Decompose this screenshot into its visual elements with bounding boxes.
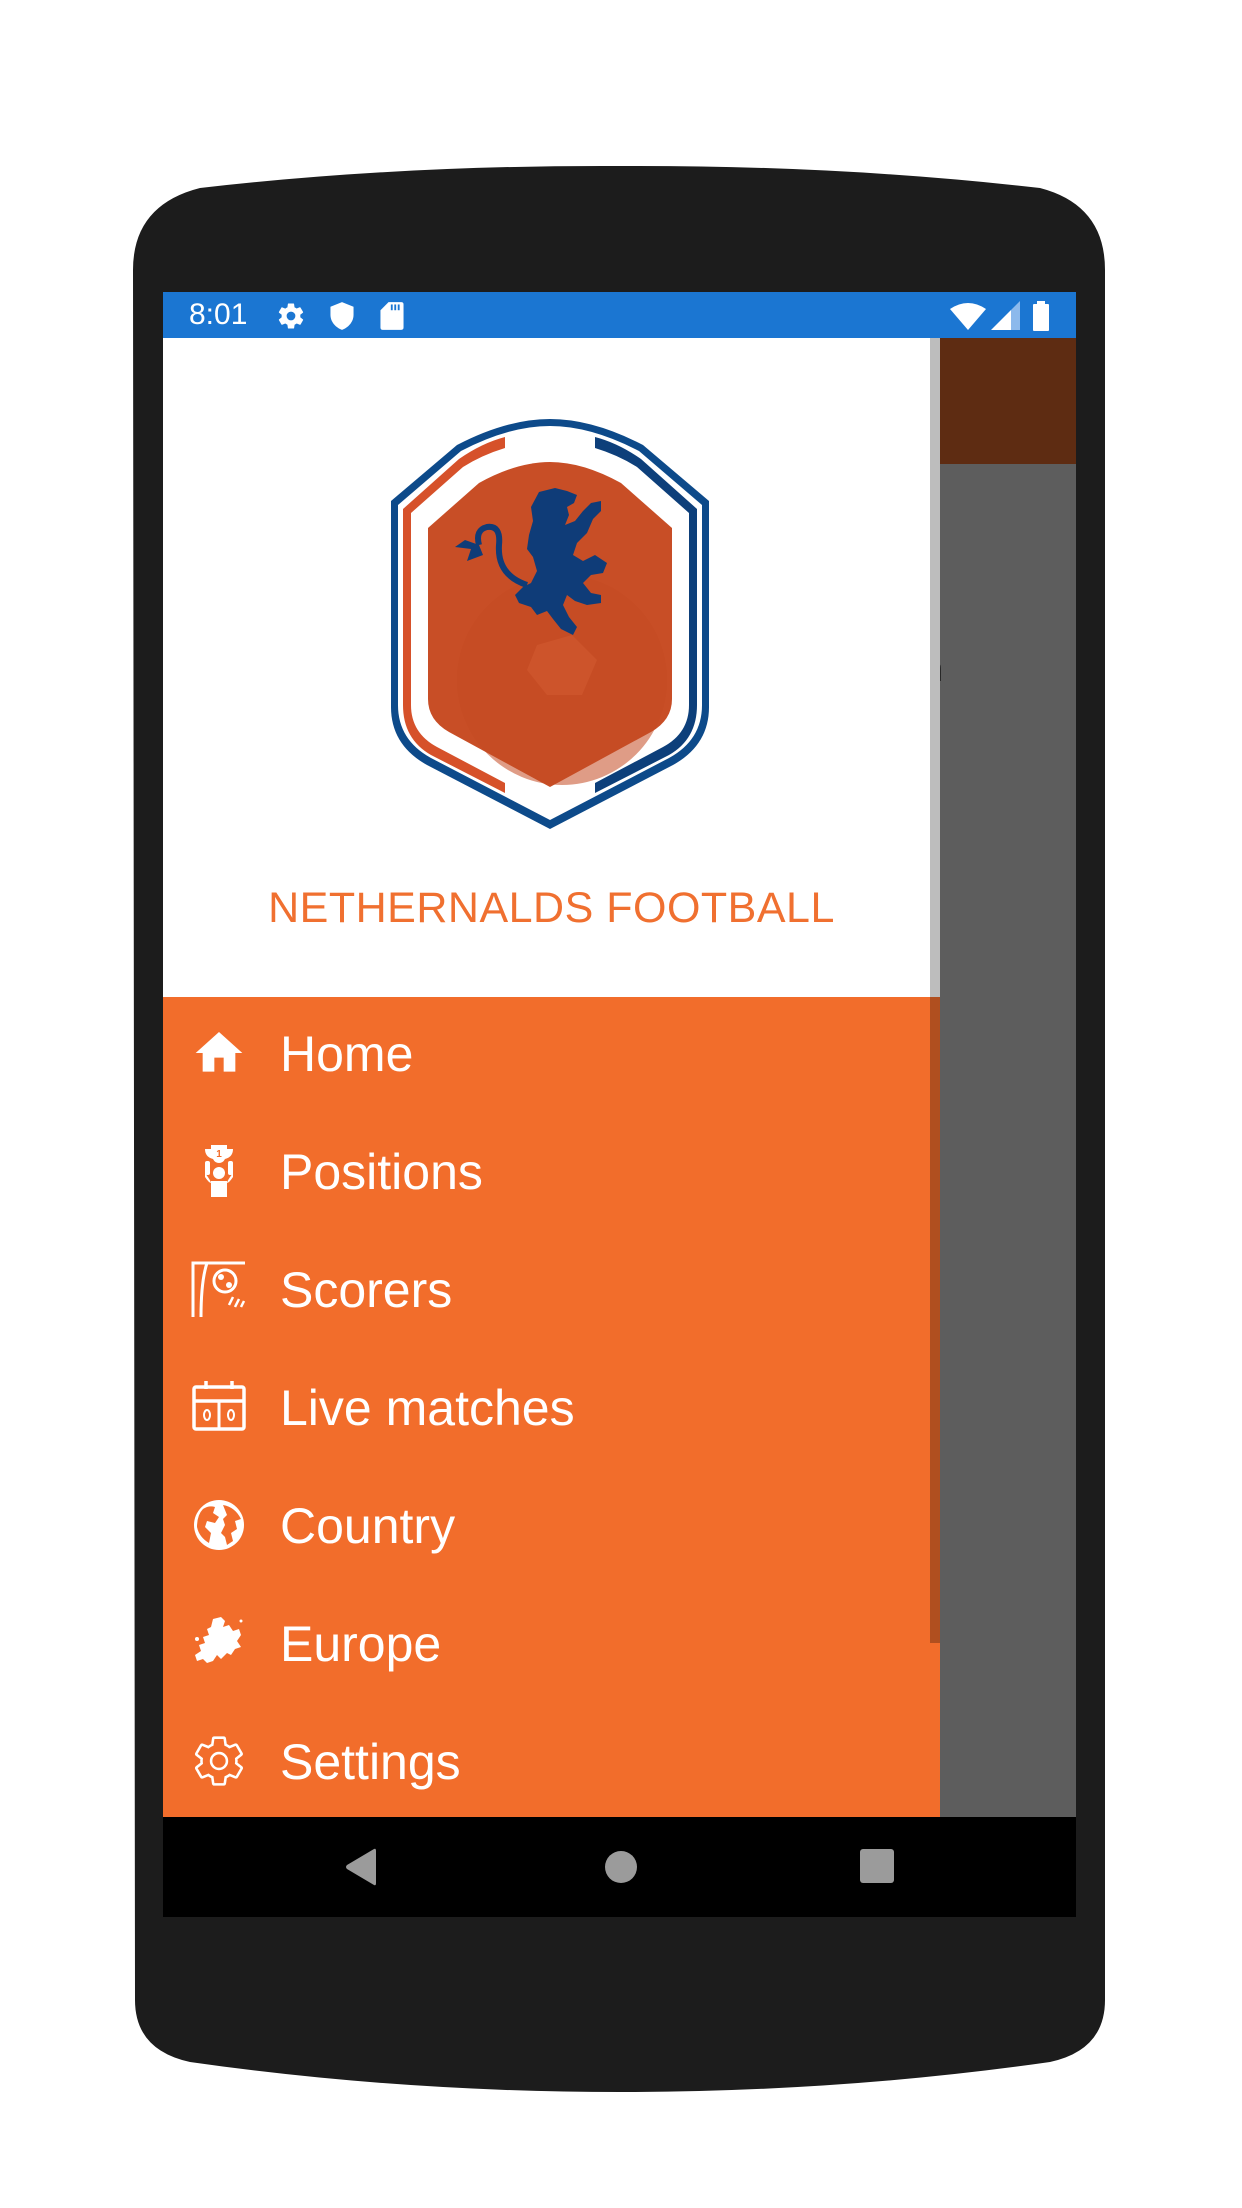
status-bar: 8:01 (163, 292, 1076, 338)
status-time: 8:01 (189, 298, 248, 331)
back-button[interactable] (344, 1847, 378, 1887)
menu-item-label: Home (280, 1026, 414, 1082)
wifi-icon (950, 303, 986, 330)
device-screen: 8:01 on (163, 292, 1076, 1917)
trophy-player-icon: 1 (205, 1145, 233, 1197)
drawer-scrollbar-track-top (930, 338, 940, 997)
drawer-header: NETHERNALDS FOOTBALL (163, 338, 940, 997)
shield-icon (330, 302, 354, 330)
menu-item-home[interactable]: Home (163, 997, 930, 1115)
home-button[interactable] (604, 1847, 638, 1887)
recents-button[interactable] (859, 1847, 895, 1887)
menu-item-label: Country (280, 1498, 456, 1554)
cell-signal-icon (991, 301, 1020, 330)
menu-item-settings[interactable]: Settings (163, 1705, 930, 1823)
menu-item-label: Europe (280, 1616, 442, 1672)
menu-item-label: Live matches (280, 1380, 575, 1436)
europe-map-icon (195, 1617, 243, 1663)
menu-item-country[interactable]: Country (163, 1469, 930, 1587)
menu-item-label: Settings (280, 1734, 461, 1790)
settings-gear-icon (195, 1736, 243, 1786)
gear-icon (278, 303, 304, 329)
menu-item-europe[interactable]: Europe (163, 1587, 930, 1705)
home-icon (195, 1032, 243, 1072)
menu-item-label: Positions (280, 1144, 483, 1200)
system-nav-bar (163, 1817, 1076, 1917)
menu-item-positions[interactable]: 1 Positions (163, 1115, 930, 1233)
battery-icon (1033, 301, 1049, 331)
goal-ball-icon (191, 1261, 246, 1317)
netherlands-lion-shield-logo (391, 419, 709, 829)
menu-item-label: Scorers (280, 1262, 453, 1318)
svg-text:1: 1 (216, 1149, 222, 1160)
drawer-scrollbar[interactable] (930, 997, 940, 1643)
drawer-menu: Home 1 Positions Scorers Live matches Co… (163, 997, 930, 1823)
sd-card-icon (380, 302, 404, 330)
scoreboard-icon (192, 1381, 246, 1431)
menu-item-scorers[interactable]: Scorers (163, 1233, 930, 1351)
globe-icon (194, 1500, 244, 1550)
drawer-title: NETHERNALDS FOOTBALL (268, 884, 835, 932)
navigation-drawer: NETHERNALDS FOOTBALL Home 1 Positions Sc… (163, 338, 940, 1817)
menu-item-live-matches[interactable]: Live matches (163, 1351, 930, 1469)
